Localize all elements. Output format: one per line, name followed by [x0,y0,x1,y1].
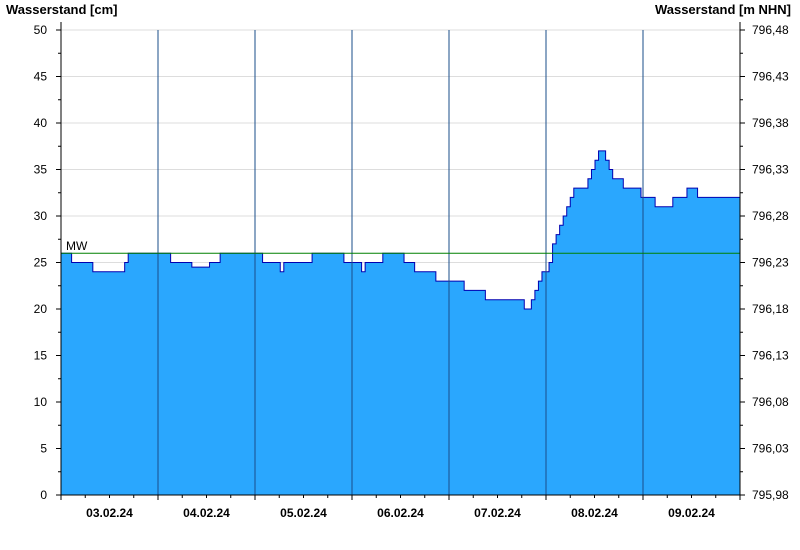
left-tick-label: 15 [34,349,48,363]
x-tick-label: 09.02.24 [668,506,715,520]
x-tick-label: 04.02.24 [183,506,230,520]
right-tick-label: 796,28 [752,209,789,223]
right-tick-label: 796,48 [752,23,789,37]
left-tick-label: 25 [34,256,48,270]
right-tick-label: 796,18 [752,302,789,316]
left-tick-label: 40 [34,116,48,130]
left-tick-label: 10 [34,395,48,409]
right-tick-label: 795,98 [752,488,789,502]
right-tick-label: 796,38 [752,116,789,130]
x-tick-label: 08.02.24 [571,506,618,520]
left-axis-title: Wasserstand [cm] [6,2,118,17]
x-tick-label: 06.02.24 [377,506,424,520]
right-tick-label: 796,43 [752,70,789,84]
x-tick-label: 03.02.24 [86,506,133,520]
left-tick-label: 50 [34,23,48,37]
mw-label: MW [66,239,88,253]
right-tick-label: 796,33 [752,163,789,177]
right-axis-title: Wasserstand [m NHN] [655,2,791,17]
x-tick-label: 07.02.24 [474,506,521,520]
left-tick-label: 30 [34,209,48,223]
water-level-chart: Wasserstand [cm] Wasserstand [m NHN] MW … [6,2,791,520]
right-tick-label: 796,13 [752,349,789,363]
right-tick-label: 796,23 [752,256,789,270]
left-tick-label: 5 [40,442,47,456]
right-tick-label: 796,03 [752,442,789,456]
left-tick-label: 35 [34,163,48,177]
left-tick-label: 0 [40,488,47,502]
right-tick-label: 796,08 [752,395,789,409]
left-tick-label: 20 [34,302,48,316]
x-tick-label: 05.02.24 [280,506,327,520]
left-tick-label: 45 [34,70,48,84]
